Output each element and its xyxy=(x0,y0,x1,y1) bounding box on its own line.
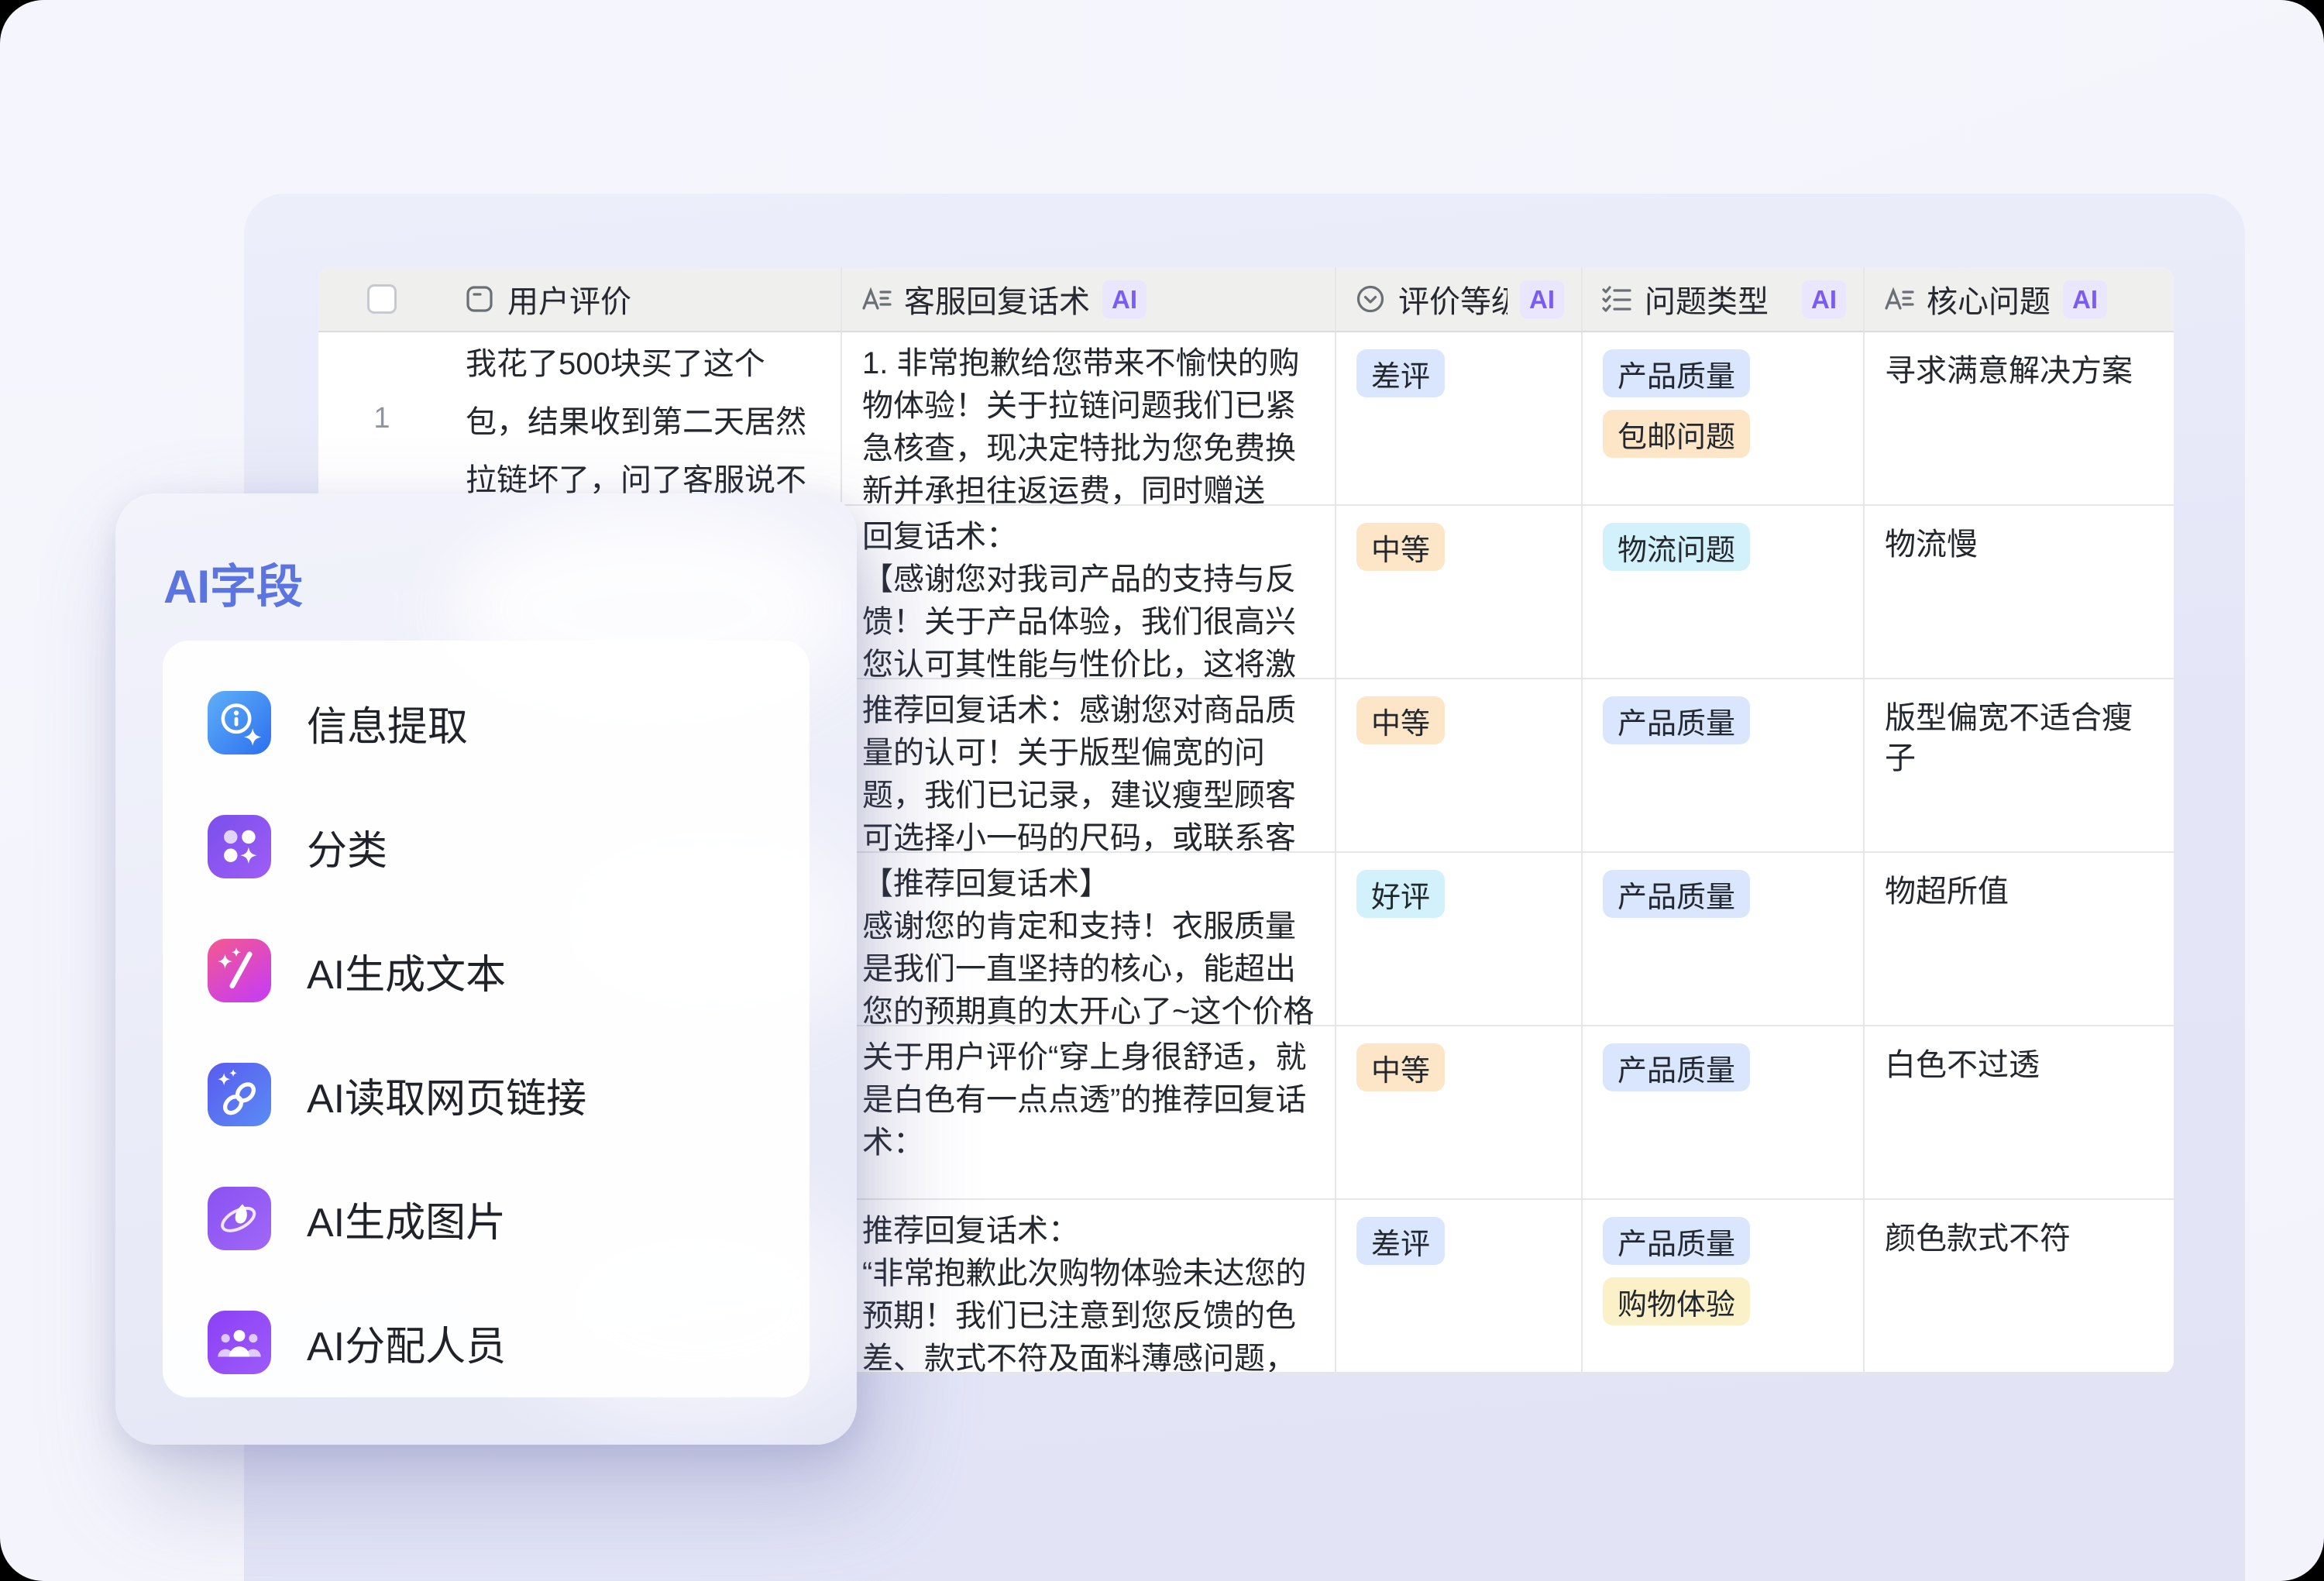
type-badge: 包邮问题 xyxy=(1603,410,1750,458)
column-label: 问题类型（... xyxy=(1645,277,1789,321)
ai-field-option-ai-assign-person[interactable]: AI分配人员 xyxy=(163,1296,810,1389)
ai-generate-image-icon xyxy=(208,1187,271,1250)
cell-rating[interactable]: 差评 xyxy=(1336,332,1583,506)
cell-rating[interactable]: 中等 xyxy=(1336,506,1583,679)
cell-reply-script[interactable]: 推荐回复话术： “非常抱歉此次购物体验未达您的预期！我们已注意到您反馈的色差、款… xyxy=(842,1200,1336,1373)
column-header-rating-level[interactable]: 评价等级... AI xyxy=(1336,267,1583,332)
type-badge: 产品质量 xyxy=(1603,349,1750,397)
cell-reply-script[interactable]: 推荐回复话术：感谢您对商品质量的认可！关于版型偏宽的问题，我们已记录，建议瘦型顾… xyxy=(842,679,1336,853)
ai-field-option-info-extract[interactable]: 信息提取 xyxy=(163,676,810,769)
cell-reply-script[interactable]: 1. 非常抱歉给您带来不愉快的购物体验！关于拉链问题我们已紧急核查，现决定特批为… xyxy=(842,332,1336,506)
ai-read-weblink-icon xyxy=(208,1063,271,1126)
column-header-reply-script[interactable]: 客服回复话术 AI xyxy=(842,267,1336,332)
multi-select-icon xyxy=(1600,282,1634,316)
classify-icon xyxy=(208,815,271,878)
ai-field-option-classify[interactable]: 分类 xyxy=(163,800,810,893)
ai-field-badge: AI xyxy=(2063,280,2107,318)
cell-reply-script[interactable]: 关于用户评价“穿上身很舒适，就是白色有一点点透”的推荐回复话术： 【回复模板】.… xyxy=(842,1026,1336,1200)
ai-field-option-ai-generate-image[interactable]: AI生成图片 xyxy=(163,1172,810,1265)
rating-badge: 好评 xyxy=(1356,870,1445,918)
cell-rating[interactable]: 中等 xyxy=(1336,679,1583,853)
ai-fields-panel: AI字段 信息提取 xyxy=(115,493,857,1445)
column-header-core-issue[interactable]: 核心问题 AI xyxy=(1865,267,2174,332)
panel-title: AI字段 xyxy=(163,549,303,617)
rating-badge: 中等 xyxy=(1356,1043,1445,1091)
cell-reply-script[interactable]: 【推荐回复话术】 感谢您的肯定和支持！衣服质量是我们一直坚持的核心，能超出您的预… xyxy=(842,853,1336,1026)
cell-problem-type[interactable]: 产品质量 包邮问题 xyxy=(1583,332,1865,506)
cell-user-review[interactable]: 我花了500块买了这个包，结果收到第二天居然拉链坏了，问了客服说不支持包邮换货，… xyxy=(445,332,842,506)
type-badge: 产品质量 xyxy=(1603,696,1750,744)
cell-core-issue[interactable]: 物流慢 xyxy=(1865,506,2174,679)
cell-problem-type[interactable]: 产品质量 xyxy=(1583,679,1865,853)
select-all-checkbox[interactable] xyxy=(367,284,397,314)
app-window: 用户评价 客服回复话术 AI 评价等级... AI xyxy=(0,0,2324,1581)
row-number-cell[interactable]: 1 xyxy=(318,332,445,506)
cell-problem-type[interactable]: 产品质量 购物体验 xyxy=(1583,1200,1865,1373)
text-field-icon xyxy=(462,282,497,316)
ai-assign-person-icon xyxy=(208,1311,271,1374)
ai-generate-text-icon xyxy=(208,939,271,1002)
column-header-problem-type[interactable]: 问题类型（... AI xyxy=(1583,267,1865,332)
cell-problem-type[interactable]: 产品质量 xyxy=(1583,853,1865,1026)
type-badge: 物流问题 xyxy=(1603,523,1750,571)
info-extract-icon xyxy=(208,691,271,754)
ai-field-badge: AI xyxy=(1802,280,1846,318)
column-label: 客服回复话术 xyxy=(904,277,1090,321)
cell-problem-type[interactable]: 产品质量 xyxy=(1583,1026,1865,1200)
cell-problem-type[interactable]: 物流问题 xyxy=(1583,506,1865,679)
rating-badge: 差评 xyxy=(1356,349,1445,397)
cell-reply-script[interactable]: 回复话术： 【感谢您对我司产品的支持与反馈！关于产品体验，我们很高兴您认可其性能… xyxy=(842,506,1336,679)
type-badge: 购物体验 xyxy=(1603,1277,1750,1325)
cell-core-issue[interactable]: 颜色款式不符 xyxy=(1865,1200,2174,1373)
rating-badge: 中等 xyxy=(1356,696,1445,744)
rating-badge: 差评 xyxy=(1356,1217,1445,1265)
ai-text-field-icon xyxy=(1882,282,1916,316)
cell-core-issue[interactable]: 寻求满意解决方案 xyxy=(1865,332,2174,506)
ai-text-field-icon xyxy=(859,282,893,316)
column-label: 评价等级... xyxy=(1398,277,1508,321)
cell-rating[interactable]: 好评 xyxy=(1336,853,1583,1026)
ai-fields-list: 信息提取 分类 xyxy=(163,641,810,1397)
ai-field-badge: AI xyxy=(1102,280,1147,318)
cell-rating[interactable]: 中等 xyxy=(1336,1026,1583,1200)
column-label: 核心问题 xyxy=(1927,277,2051,321)
header-select-all-cell[interactable] xyxy=(318,267,445,332)
rating-badge: 中等 xyxy=(1356,523,1445,571)
type-badge: 产品质量 xyxy=(1603,870,1750,918)
ai-field-option-ai-read-weblink[interactable]: AI读取网页链接 xyxy=(163,1048,810,1141)
column-header-user-review[interactable]: 用户评价 xyxy=(445,267,842,332)
column-label: 用户评价 xyxy=(507,277,631,321)
ai-field-badge: AI xyxy=(1520,280,1564,318)
ai-field-option-ai-generate-text[interactable]: AI生成文本 xyxy=(163,924,810,1017)
cell-core-issue[interactable]: 版型偏宽不适合瘦子 xyxy=(1865,679,2174,853)
cell-rating[interactable]: 差评 xyxy=(1336,1200,1583,1373)
type-badge: 产品质量 xyxy=(1603,1217,1750,1265)
single-select-icon xyxy=(1353,282,1387,316)
type-badge: 产品质量 xyxy=(1603,1043,1750,1091)
cell-core-issue[interactable]: 物超所值 xyxy=(1865,853,2174,1026)
cell-core-issue[interactable]: 白色不过透 xyxy=(1865,1026,2174,1200)
